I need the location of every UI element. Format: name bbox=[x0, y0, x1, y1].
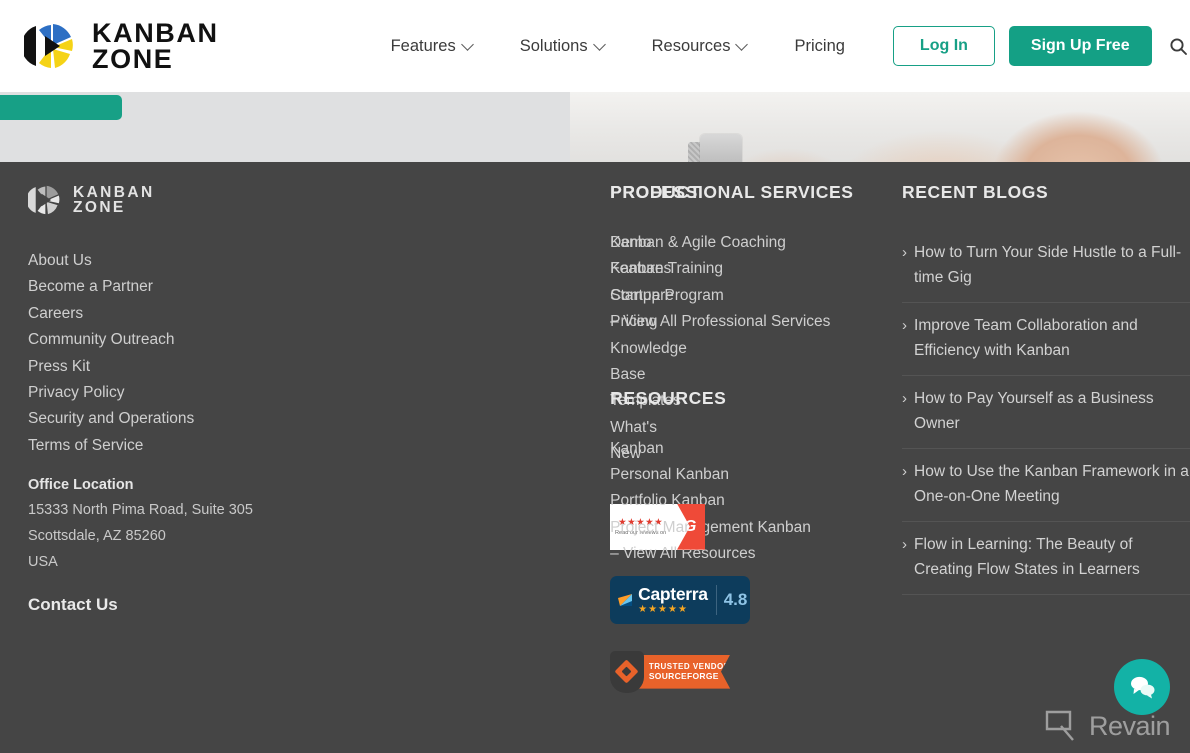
footer-link-startup-program[interactable]: Startup Program bbox=[610, 283, 902, 309]
chevron-right-icon: › bbox=[902, 463, 908, 480]
brand-logo[interactable]: KANBAN ZONE bbox=[21, 17, 219, 74]
hero-photo-hands bbox=[570, 92, 1190, 162]
resources-heading: RESOURCES bbox=[610, 387, 727, 408]
footer-columns: KANBAN ZONE About Us Become a Partner Ca… bbox=[0, 182, 1190, 694]
footer-link-kanban-agile-coaching[interactable]: Kanban & Agile Coaching bbox=[610, 230, 902, 256]
footer-link-security-and-operations[interactable]: Security and Operations bbox=[28, 406, 290, 432]
chevron-right-icon: › bbox=[902, 244, 908, 261]
sourceforge-line-1: TRUSTED VENDOR bbox=[648, 662, 731, 672]
kanban-zone-logo-icon bbox=[26, 182, 64, 218]
nav-item-resources[interactable]: Resources bbox=[628, 37, 771, 56]
blog-title: How to Turn Your Side Hustle to a Full-t… bbox=[914, 244, 1182, 286]
footer-brand-line-2: ZONE bbox=[73, 199, 126, 216]
footer-link-kanban[interactable]: Kanban bbox=[610, 436, 902, 462]
nav-item-features[interactable]: Features bbox=[367, 37, 496, 56]
nav-label: Pricing bbox=[794, 36, 845, 55]
chevron-down-icon bbox=[460, 37, 474, 51]
nav-item-pricing[interactable]: Pricing bbox=[770, 37, 868, 56]
chevron-right-icon: › bbox=[902, 317, 908, 334]
shield-icon bbox=[610, 650, 644, 693]
nav-label: Resources bbox=[651, 36, 731, 55]
blog-title: Flow in Learning: The Beauty of Creating… bbox=[914, 536, 1140, 578]
nav-label: Features bbox=[390, 36, 456, 55]
log-in-button[interactable]: Log In bbox=[892, 26, 995, 66]
sourceforge-tag: TRUSTED VENDOR SOURCEFORGE bbox=[638, 654, 731, 689]
footer-link-terms-of-service[interactable]: Terms of Service bbox=[28, 433, 290, 459]
nav-item-solutions[interactable]: Solutions bbox=[496, 37, 628, 56]
footer-link-become-a-partner[interactable]: Become a Partner bbox=[28, 274, 290, 300]
footer-link-privacy-policy[interactable]: Privacy Policy bbox=[28, 380, 290, 406]
contact-us-link[interactable]: Contact Us bbox=[28, 595, 290, 615]
footer-link-view-all-professional-services[interactable]: – View All Professional Services bbox=[610, 309, 902, 335]
recent-blogs-heading: RECENT BLOGS bbox=[902, 182, 1049, 202]
page-root: KANBAN ZONE Features Solutions Resources… bbox=[0, 0, 1190, 753]
chevron-down-icon bbox=[592, 37, 606, 51]
office-address-line-2: Scottsdale, AZ 85260 bbox=[28, 528, 166, 545]
site-footer: KANBAN ZONE About Us Become a Partner Ca… bbox=[0, 162, 1190, 753]
chat-widget-button[interactable] bbox=[1114, 659, 1170, 715]
footer-link-project-management-kanban[interactable]: Project Management Kanban bbox=[610, 515, 902, 541]
brand-wordmark: KANBAN ZONE bbox=[92, 17, 219, 74]
footer-link-view-all-resources[interactable]: – View All Resources bbox=[610, 541, 902, 567]
office-address-line-1: 15333 North Pima Road, Suite 305 bbox=[28, 502, 253, 519]
footer-link-portfolio-kanban[interactable]: Portfolio Kanban bbox=[610, 488, 902, 514]
sourceforge-line-2: SOURCEFORGE bbox=[648, 671, 719, 682]
footer-brand-wordmark: KANBAN ZONE bbox=[73, 183, 155, 216]
chat-bubbles-icon bbox=[1131, 676, 1155, 699]
capterra-logo-icon bbox=[618, 592, 634, 608]
office-address-line-3: USA bbox=[28, 554, 58, 571]
chevron-down-icon bbox=[735, 37, 749, 51]
footer-link-personal-kanban[interactable]: Personal Kanban bbox=[610, 462, 902, 488]
sign-up-free-button[interactable]: Sign Up Free bbox=[1008, 26, 1152, 66]
blog-list-item[interactable]: › How to Turn Your Side Hustle to a Full… bbox=[902, 230, 1190, 303]
footer-brand-logo[interactable]: KANBAN ZONE bbox=[26, 182, 290, 218]
footer-brand-line-1: KANBAN bbox=[73, 183, 155, 201]
kanban-zone-logo-icon bbox=[21, 18, 80, 74]
footer-link-careers[interactable]: Careers bbox=[28, 301, 290, 327]
main-navigation: Features Solutions Resources Pricing bbox=[367, 37, 869, 56]
brand-line-1: KANBAN bbox=[92, 17, 219, 48]
office-location-title: Office Location bbox=[28, 477, 134, 494]
footer-column-about: KANBAN ZONE About Us Become a Partner Ca… bbox=[0, 182, 290, 694]
blog-list-item[interactable]: › Improve Team Collaboration and Efficie… bbox=[902, 303, 1190, 376]
sourceforge-badge[interactable]: TRUSTED VENDOR SOURCEFORGE bbox=[610, 650, 731, 694]
nav-label: Solutions bbox=[519, 36, 588, 55]
brand-line-2: ZONE bbox=[92, 44, 174, 74]
search-icon[interactable] bbox=[1168, 31, 1190, 61]
professional-services-heading: PROFESSIONAL SERVICES bbox=[610, 182, 854, 202]
footer-column-recent-blogs: RECENT BLOGS › How to Turn Your Side Hus… bbox=[902, 182, 1190, 694]
hero-cta-button[interactable] bbox=[0, 95, 122, 120]
footer-column-services: PROFESSIONAL SERVICES Kanban & Agile Coa… bbox=[610, 182, 902, 694]
footer-link-community-outreach[interactable]: Community Outreach bbox=[28, 327, 290, 353]
hero-strip bbox=[0, 92, 1190, 162]
footer-link-press-kit[interactable]: Press Kit bbox=[28, 354, 290, 380]
blog-title: How to Pay Yourself as a Business Owner bbox=[914, 390, 1154, 432]
footer-link-kanban-training[interactable]: Kanban Training bbox=[610, 256, 902, 282]
site-header: KANBAN ZONE Features Solutions Resources… bbox=[0, 0, 1190, 92]
chevron-right-icon: › bbox=[902, 536, 908, 553]
blog-title: How to Use the Kanban Framework in a One… bbox=[914, 463, 1189, 505]
blog-list-item[interactable]: › How to Pay Yourself as a Business Owne… bbox=[902, 376, 1190, 449]
blog-list-item[interactable]: › How to Use the Kanban Framework in a O… bbox=[902, 449, 1190, 522]
wristwatch bbox=[700, 134, 742, 162]
footer-column-product: PRODUCT Demo Features Compare Pricing Kn… bbox=[290, 182, 751, 694]
footer-link-about-us[interactable]: About Us bbox=[28, 248, 290, 274]
blog-title: Improve Team Collaboration and Efficienc… bbox=[914, 317, 1138, 359]
blog-list-item[interactable]: › Flow in Learning: The Beauty of Creati… bbox=[902, 522, 1190, 595]
sourceforge-diamond-icon bbox=[614, 659, 639, 684]
chevron-right-icon: › bbox=[902, 390, 908, 407]
